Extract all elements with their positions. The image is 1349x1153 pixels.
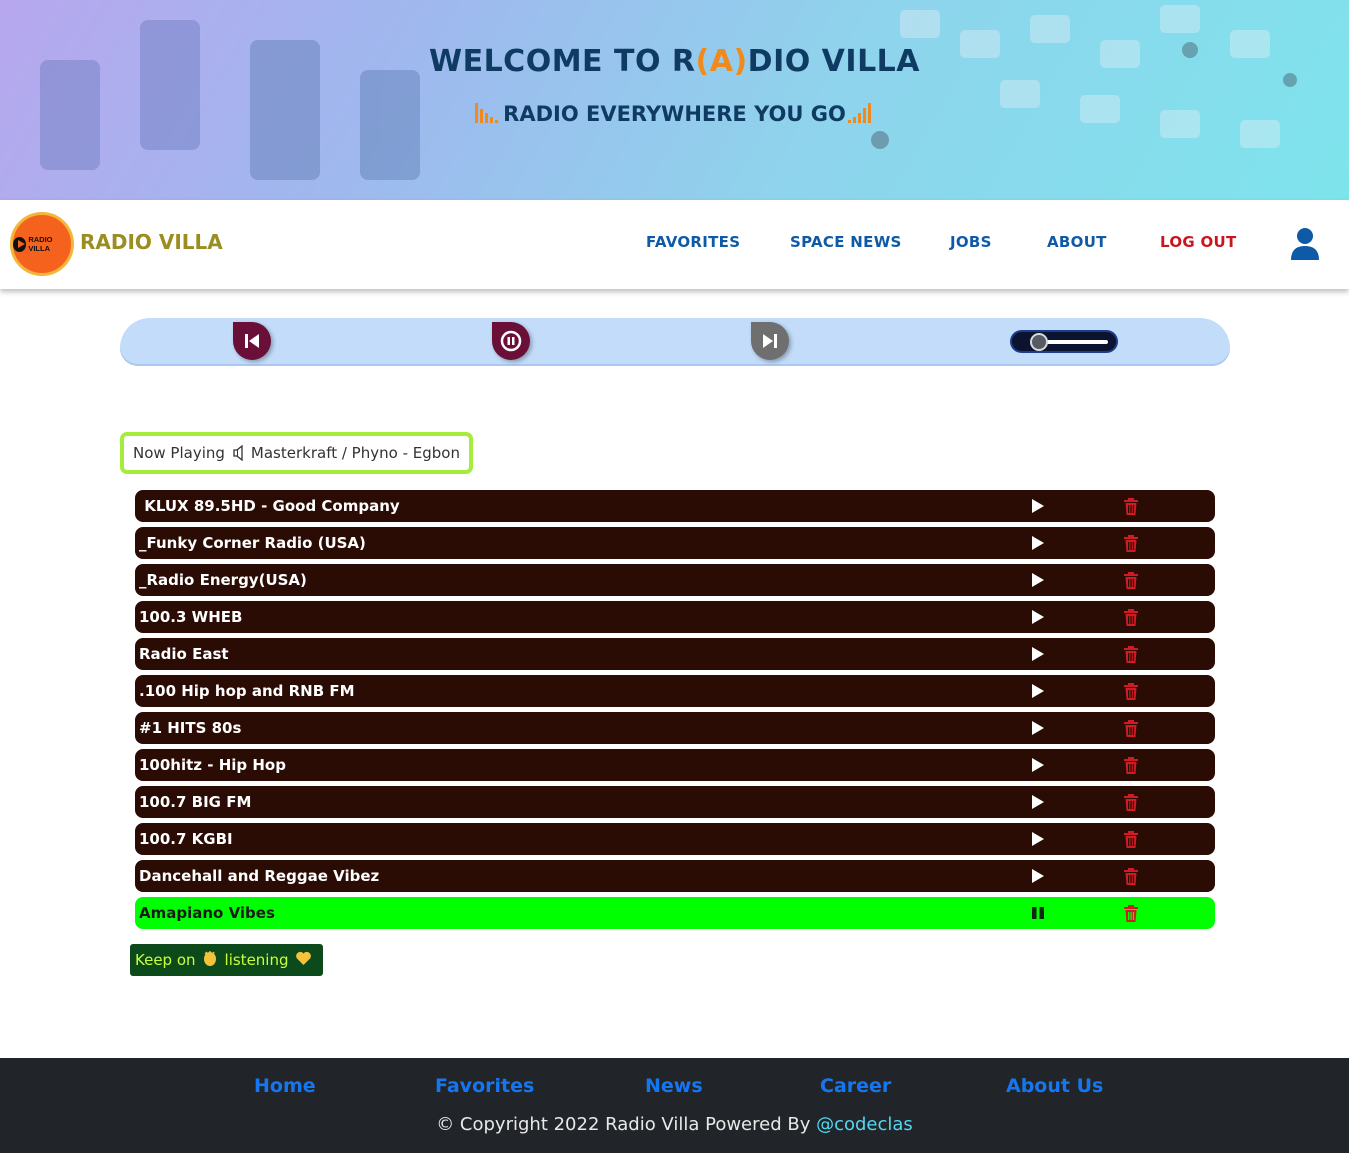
station-name: _Funky Corner Radio (USA) [139,534,366,552]
play-icon[interactable] [1030,646,1046,662]
station-row[interactable]: _Funky Corner Radio (USA) [135,527,1215,559]
yellow-heart-icon [295,950,312,971]
volume-slider[interactable] [1010,330,1118,353]
player-controls [120,318,1230,366]
radio-villa-logo[interactable]: RADIO VILLA [10,212,74,276]
station-row[interactable]: Radio East [135,638,1215,670]
station-row[interactable]: 100hitz - Hip Hop [135,749,1215,781]
now-playing-label: Now Playing [133,444,225,462]
station-row[interactable]: 100.7 KGBI [135,823,1215,855]
next-button[interactable] [751,322,789,360]
hero-banner: WELCOME TO R(A)DIO VILLA RADIO EVERYWHER… [0,0,1349,200]
trash-icon[interactable] [1123,720,1139,737]
keep-listening-badge: Keep on listening [130,944,323,976]
trash-icon[interactable] [1123,572,1139,589]
trash-icon[interactable] [1123,868,1139,885]
footer-career[interactable]: Career [820,1075,891,1097]
play-icon[interactable] [1030,498,1046,514]
now-playing-box: Now Playing Masterkraft / Phyno - Egbon [120,432,473,474]
play-icon[interactable] [1030,683,1046,699]
speaker-icon [233,445,243,461]
brand-name[interactable]: RADIO VILLA [80,230,223,254]
play-icon[interactable] [1030,720,1046,736]
station-name: _Radio Energy(USA) [139,571,307,589]
skip-back-icon [245,334,259,348]
station-row[interactable]: Amapiano Vibes [135,897,1215,929]
hero-subtitle: RADIO EVERYWHERE YOU GO [0,101,1349,126]
station-row[interactable]: 100.3 WHEB [135,601,1215,633]
copyright: © Copyright 2022 Radio Villa Powered By … [436,1114,913,1135]
clapping-hands-icon [202,950,219,971]
station-row[interactable]: .100 Hip hop and RNB FM [135,675,1215,707]
trash-icon[interactable] [1123,646,1139,663]
station-row[interactable]: KLUX 89.5HD - Good Company [135,490,1215,522]
pause-button[interactable] [492,322,530,360]
station-name: #1 HITS 80s [139,719,242,737]
nav-about[interactable]: ABOUT [1047,233,1107,251]
volume-thumb[interactable] [1029,333,1048,351]
trash-icon[interactable] [1123,535,1139,552]
trash-icon[interactable] [1123,794,1139,811]
skip-forward-icon [763,334,777,348]
station-list: KLUX 89.5HD - Good Company _Funky Corner … [135,490,1215,934]
pause-icon [500,330,522,352]
play-icon[interactable] [1030,609,1046,625]
mixing-console-background [40,5,1297,180]
footer: Home Favorites News Career About Us © Co… [0,1058,1349,1153]
trash-icon[interactable] [1123,905,1139,922]
station-name: 100.7 KGBI [139,830,233,848]
signal-bars-icon [475,103,499,123]
now-playing-track: Masterkraft / Phyno - Egbon [250,444,460,462]
play-icon[interactable] [1030,572,1046,588]
station-name: 100hitz - Hip Hop [139,756,286,774]
trash-icon[interactable] [1123,831,1139,848]
user-icon[interactable] [1289,227,1321,261]
play-icon[interactable] [1030,831,1046,847]
station-name: Amapiano Vibes [139,904,275,922]
station-name: KLUX 89.5HD - Good Company [139,497,400,515]
nav-jobs[interactable]: JOBS [950,233,992,251]
station-row[interactable]: 100.7 BIG FM [135,786,1215,818]
station-name: 100.3 WHEB [139,608,243,626]
station-row[interactable]: Dancehall and Reggae Vibez [135,860,1215,892]
station-row[interactable]: _Radio Energy(USA) [135,564,1215,596]
station-name: Radio East [139,645,229,663]
nav-logout[interactable]: LOG OUT [1160,233,1237,251]
signal-bars-icon [847,103,871,123]
play-icon[interactable] [1030,535,1046,551]
trash-icon[interactable] [1123,609,1139,626]
footer-about-us[interactable]: About Us [1006,1075,1103,1097]
footer-favorites[interactable]: Favorites [435,1075,534,1097]
play-icon[interactable] [1030,757,1046,773]
nav-favorites[interactable]: FAVORITES [646,233,740,251]
hero-title: WELCOME TO R(A)DIO VILLA [428,44,921,79]
footer-news[interactable]: News [645,1075,703,1097]
footer-home[interactable]: Home [254,1075,316,1097]
trash-icon[interactable] [1123,498,1139,515]
nav-space-news[interactable]: SPACE NEWS [790,233,902,251]
play-icon[interactable] [1030,868,1046,884]
trash-icon[interactable] [1123,683,1139,700]
author-link[interactable]: @codeclas [816,1114,913,1135]
station-name: 100.7 BIG FM [139,793,252,811]
trash-icon[interactable] [1123,757,1139,774]
antenna-icon: (A) [695,44,748,79]
station-row[interactable]: #1 HITS 80s [135,712,1215,744]
station-name: .100 Hip hop and RNB FM [139,682,355,700]
navbar: RADIO VILLA RADIO VILLA FAVORITES SPACE … [0,200,1349,289]
play-circle-icon [13,236,27,252]
play-icon[interactable] [1030,794,1046,810]
previous-button[interactable] [233,322,271,360]
pause-icon[interactable] [1030,905,1046,921]
station-name: Dancehall and Reggae Vibez [139,867,380,885]
